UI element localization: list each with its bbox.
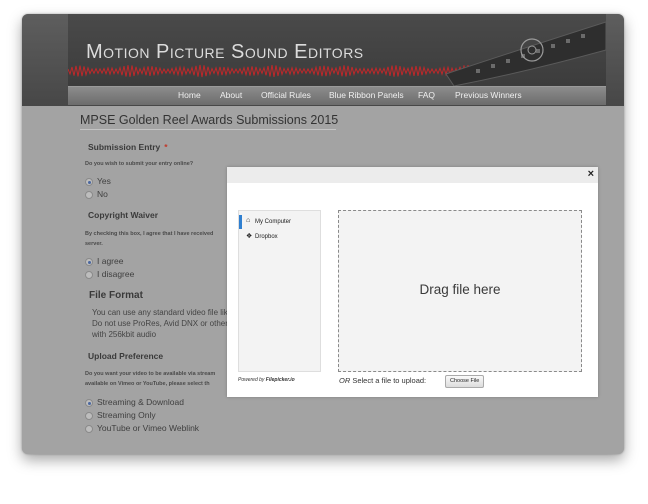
dropbox-icon: ❖ [246,233,253,240]
option-youtube-vimeo-label[interactable]: YouTube or Vimeo Weblink [97,423,199,433]
option-i-disagree-label[interactable]: I disagree [97,269,134,279]
option-yes-label[interactable]: Yes [97,176,111,186]
page-title: MPSE Golden Reel Awards Submissions 2015 [80,113,339,127]
source-list: ⌂ My Computer ❖ Dropbox [238,210,321,372]
or-select-text: OR Select a file to upload: [339,376,427,385]
radio-yes[interactable] [85,178,93,186]
radio-no[interactable] [85,191,93,199]
modal-header: × [227,167,598,183]
option-no-label[interactable]: No [97,189,108,199]
upload-preference-heading: Upload Preference [88,351,164,361]
nav-blue-ribbon-panels[interactable]: Blue Ribbon Panels [329,90,404,100]
file-format-line1: You can use any standard video file like [92,308,233,317]
source-my-computer[interactable]: ⌂ My Computer [239,215,320,229]
drop-zone-text: Drag file here [419,282,501,297]
close-icon[interactable]: × [588,168,594,180]
nav-about[interactable]: About [220,90,242,100]
option-streaming-download-label[interactable]: Streaming & Download [97,397,184,407]
title-divider [80,129,336,130]
radio-streaming-download[interactable] [85,399,93,407]
copyright-waiver-heading: Copyright Waiver [88,210,159,220]
nav-official-rules[interactable]: Official Rules [261,90,311,100]
radio-youtube-vimeo[interactable] [85,425,93,433]
drop-zone[interactable]: Drag file here [338,210,582,372]
nav-faq[interactable]: FAQ [418,90,435,100]
nav-previous-winners[interactable]: Previous Winners [455,90,522,100]
source-label: My Computer [255,219,292,225]
file-picker-modal: × ⌂ My Computer ❖ Dropbox Powered by Fil… [227,167,598,397]
radio-i-agree[interactable] [85,258,93,266]
site-banner: Motion Picture Sound Editors [68,14,606,86]
main-nav: Home About Official Rules Blue Ribbon Pa… [68,86,606,105]
nav-home[interactable]: Home [178,90,201,100]
site-title[interactable]: Motion Picture Sound Editors [86,41,364,64]
submission-question: Do you wish to submit your entry online? [85,161,194,167]
upload-question-line1: Do you want your video to be available v… [85,371,216,377]
file-format-heading: File Format [89,290,143,301]
copyright-question-line2: server. [85,241,103,247]
powered-by: Powered by Filepicker.io [238,377,295,383]
upload-question-line2: available on Vimeo or YouTube, please se… [85,381,210,387]
site-header: Motion Picture Sound Editors Home About … [22,14,624,106]
option-i-agree-label[interactable]: I agree [97,256,123,266]
home-icon: ⌂ [246,217,251,224]
file-format-line2: Do not use ProRes, Avid DNX or other [92,319,228,328]
copyright-question-line1: By checking this box, I agree that I hav… [85,231,214,237]
choose-file-button[interactable]: Choose File [445,375,485,388]
radio-streaming-only[interactable] [85,412,93,420]
source-dropbox[interactable]: ❖ Dropbox [239,230,320,244]
radio-i-disagree[interactable] [85,271,93,279]
film-reel-graphic [445,21,606,86]
required-marker: * [164,142,168,152]
option-streaming-only-label[interactable]: Streaming Only [97,410,156,420]
source-label: Dropbox [255,234,278,240]
submission-entry-heading: Submission Entry * [88,142,168,152]
filepicker-link[interactable]: Filepicker.io [266,377,295,383]
file-format-line3: with 256kbit audio [92,330,157,339]
